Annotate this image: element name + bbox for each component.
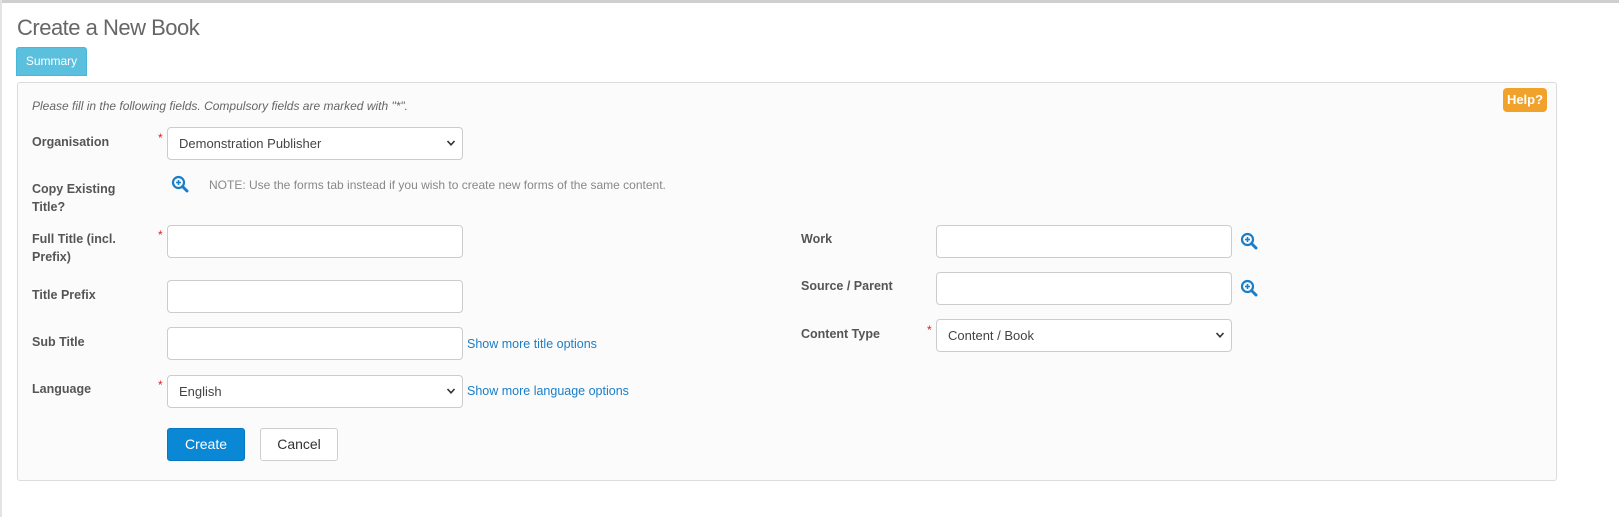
page-title: Create a New Book (17, 15, 200, 40)
language-select[interactable]: English (167, 375, 463, 408)
organisation-label: Organisation (32, 135, 110, 149)
title-prefix-input[interactable] (167, 280, 463, 313)
sub-title-label: Sub Title (32, 335, 85, 349)
top-border (0, 0, 1619, 3)
content-type-select[interactable]: Content / Book (936, 319, 1232, 352)
zoom-in-icon[interactable] (171, 175, 189, 193)
zoom-in-icon[interactable] (1240, 232, 1258, 250)
source-parent-input[interactable] (936, 272, 1232, 305)
create-button[interactable]: Create (167, 428, 245, 461)
work-input[interactable] (936, 225, 1232, 258)
full-title-label: Full Title (incl. Prefix) (32, 232, 116, 264)
title-prefix-label: Title Prefix (32, 288, 96, 302)
content-type-label: Content Type (801, 327, 880, 341)
full-title-input[interactable] (167, 225, 463, 258)
required-marker: * (158, 378, 163, 392)
chevron-down-icon (446, 388, 456, 394)
chevron-down-icon (1215, 332, 1225, 338)
work-label: Work (801, 232, 833, 246)
copy-existing-note: NOTE: Use the forms tab instead if you w… (209, 178, 666, 192)
content-type-value: Content / Book (948, 328, 1034, 343)
copy-existing-label: Copy Existing Title? (32, 182, 116, 214)
organisation-value: Demonstration Publisher (179, 136, 322, 151)
tab-summary[interactable]: Summary (16, 47, 87, 76)
cancel-button[interactable]: Cancel (260, 428, 338, 461)
sub-title-input[interactable] (167, 327, 463, 360)
required-marker: * (158, 228, 163, 242)
chevron-down-icon (446, 140, 456, 146)
source-parent-label: Source / Parent (801, 279, 893, 293)
show-more-language-options-link[interactable]: Show more language options (467, 384, 629, 398)
required-marker: * (158, 131, 163, 145)
left-border (0, 0, 2, 517)
zoom-in-icon[interactable] (1240, 279, 1258, 297)
required-marker: * (927, 323, 932, 337)
help-button[interactable]: Help? (1503, 88, 1547, 112)
show-more-title-options-link[interactable]: Show more title options (467, 337, 597, 351)
language-value: English (179, 384, 222, 399)
organisation-select[interactable]: Demonstration Publisher (167, 127, 463, 160)
language-label: Language (32, 382, 92, 396)
form-instructions: Please fill in the following fields. Com… (32, 99, 409, 113)
